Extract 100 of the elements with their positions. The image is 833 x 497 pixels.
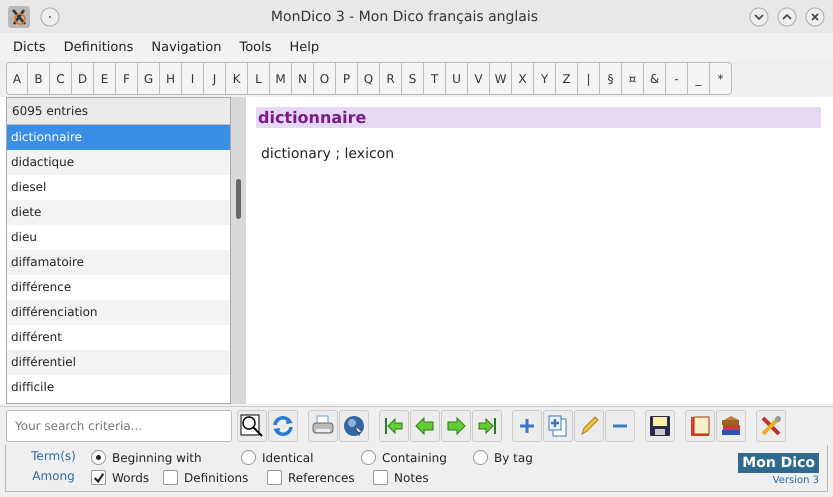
letter-button[interactable]: B: [28, 62, 50, 95]
letter-button[interactable]: M: [270, 62, 292, 95]
radio-button[interactable]: [241, 450, 256, 465]
entry-item[interactable]: dieu: [7, 225, 230, 250]
copy-button[interactable]: [543, 410, 573, 442]
letter-button[interactable]: R: [380, 62, 402, 95]
letter-button[interactable]: N: [292, 62, 314, 95]
letter-button[interactable]: *: [710, 62, 732, 95]
entry-item[interactable]: différence: [7, 275, 230, 300]
entry-item[interactable]: diffamatoire: [7, 250, 230, 275]
logo: Mon Dico: [738, 453, 819, 473]
letter-button[interactable]: ¤: [622, 62, 644, 95]
search-button[interactable]: [237, 410, 267, 442]
letter-button[interactable]: W: [490, 62, 512, 95]
headword: dictionnaire: [256, 107, 821, 128]
next-button[interactable]: [441, 410, 471, 442]
book-icon: [688, 414, 712, 438]
tools-button[interactable]: [756, 410, 786, 442]
menu-item[interactable]: Tools: [230, 40, 281, 54]
letter-button[interactable]: T: [424, 62, 446, 95]
letter-button[interactable]: S: [402, 62, 424, 95]
entry-item[interactable]: didactique: [7, 150, 230, 175]
refresh-button[interactable]: [268, 410, 298, 442]
definition-text: dictionary ; lexicon: [261, 146, 396, 162]
menu-item[interactable]: Definitions: [54, 40, 142, 54]
entry-item[interactable]: différent: [7, 325, 230, 350]
maximize-icon[interactable]: [777, 6, 797, 26]
letter-button[interactable]: H: [160, 62, 182, 95]
letter-button[interactable]: V: [468, 62, 490, 95]
version-text: Version 3: [772, 475, 819, 486]
letter-button[interactable]: K: [226, 62, 248, 95]
search-field[interactable]: Your search criteria...: [6, 410, 232, 442]
last-button[interactable]: [472, 410, 502, 442]
letter-button[interactable]: Z: [556, 62, 578, 95]
menu-item[interactable]: Dicts: [4, 40, 55, 54]
letter-button[interactable]: D: [72, 62, 94, 95]
letter-button[interactable]: L: [248, 62, 270, 95]
letter-button[interactable]: J: [204, 62, 226, 95]
letter-button[interactable]: A: [6, 62, 28, 95]
checkbox[interactable]: [163, 470, 178, 485]
letter-button[interactable]: U: [446, 62, 468, 95]
books-button[interactable]: [716, 410, 746, 442]
radio-label: Identical: [262, 450, 314, 464]
prev-button[interactable]: [410, 410, 440, 442]
letter-button[interactable]: Q: [358, 62, 380, 95]
checkbox[interactable]: [91, 470, 106, 485]
radio-label: Containing: [382, 450, 447, 464]
add-button[interactable]: [512, 410, 542, 442]
menu-item[interactable]: Navigation: [142, 40, 230, 54]
print-button[interactable]: [308, 410, 338, 442]
letter-button[interactable]: §: [600, 62, 622, 95]
letter-button[interactable]: Y: [534, 62, 556, 95]
letter-button[interactable]: G: [138, 62, 160, 95]
entry-item[interactable]: diete: [7, 200, 230, 225]
letter-button[interactable]: I: [182, 62, 204, 95]
radio-button[interactable]: [473, 450, 488, 465]
letter-button[interactable]: F: [116, 62, 138, 95]
letter-button[interactable]: P: [336, 62, 358, 95]
globe-button[interactable]: [339, 410, 369, 442]
checkbox-label: Words: [112, 470, 150, 484]
minus-icon: [612, 424, 628, 428]
entry-item[interactable]: diesel: [7, 175, 230, 200]
terms-label: Term(s): [31, 449, 76, 465]
letter-button[interactable]: _: [688, 62, 710, 95]
menu-item[interactable]: Help: [280, 40, 328, 54]
app-icon: [8, 6, 30, 28]
remove-button[interactable]: [605, 410, 635, 442]
letter-button[interactable]: E: [94, 62, 116, 95]
window-title: MonDico 3 - Mon Dico français anglais: [270, 8, 540, 24]
letter-button[interactable]: X: [512, 62, 534, 95]
letter-button[interactable]: &: [644, 62, 666, 95]
letter-button[interactable]: O: [314, 62, 336, 95]
entry-count-header: 6095 entries: [7, 98, 230, 125]
scrollbar[interactable]: [231, 97, 246, 404]
book-button[interactable]: [685, 410, 715, 442]
radio-label: Beginning with: [112, 450, 202, 464]
entry-item[interactable]: différentiel: [7, 350, 230, 375]
letter-button[interactable]: C: [50, 62, 72, 95]
save-button[interactable]: [645, 410, 675, 442]
checkbox[interactable]: [373, 470, 388, 485]
books-icon: [719, 414, 743, 438]
letter-button[interactable]: -: [666, 62, 688, 95]
first-button[interactable]: [379, 410, 409, 442]
edit-button[interactable]: [574, 410, 604, 442]
radio-label: By tag: [494, 450, 533, 464]
radio-button[interactable]: [91, 450, 106, 465]
entry-item[interactable]: difficile: [7, 375, 230, 400]
checkbox[interactable]: [267, 470, 282, 485]
tools-icon: [759, 414, 783, 438]
checkbox-label: References: [288, 470, 355, 484]
close-icon[interactable]: [805, 6, 825, 26]
letter-button[interactable]: |: [578, 62, 600, 95]
among-label: Among: [32, 469, 75, 485]
search-icon: [240, 414, 264, 438]
refresh-icon: [271, 414, 295, 438]
minimize-icon[interactable]: [749, 6, 769, 26]
entry-item[interactable]: différenciation: [7, 300, 230, 325]
checkbox-label: Notes: [394, 470, 429, 484]
globe-icon: [342, 414, 366, 438]
radio-button[interactable]: [361, 450, 376, 465]
